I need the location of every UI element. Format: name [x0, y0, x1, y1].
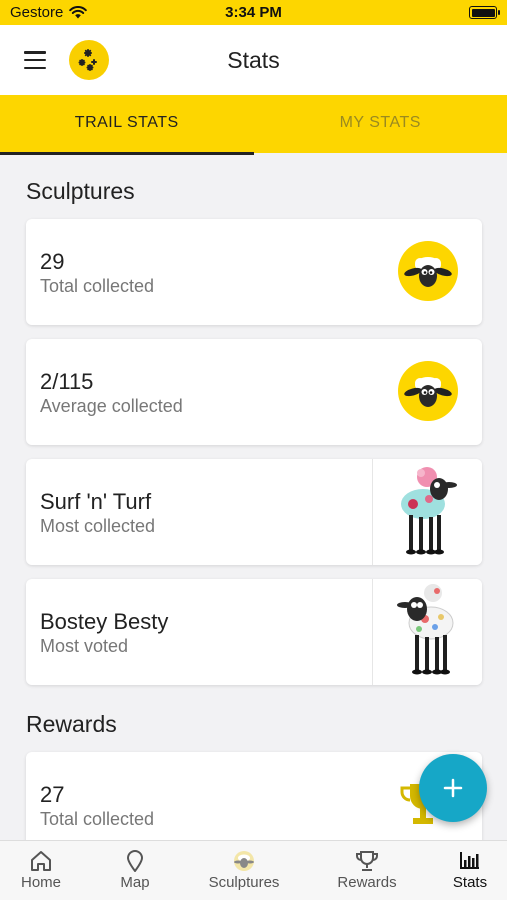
stat-card-total-sculptures[interactable]: 29 Total collected: [26, 219, 482, 325]
status-time: 3:34 PM: [225, 4, 282, 21]
rewards-section-title: Rewards: [26, 711, 117, 737]
nav-item-sculptures[interactable]: Sculptures: [198, 841, 290, 900]
stat-value: 2/115: [40, 369, 94, 394]
plus-icon: [443, 778, 463, 798]
nav-item-home[interactable]: Home: [0, 841, 82, 900]
stat-label: Average collected: [40, 396, 183, 416]
tab-trail-stats[interactable]: TRAIL STATS: [0, 95, 254, 155]
stat-label: Most collected: [40, 516, 156, 536]
status-bar: Gestore 3:34 PM: [0, 0, 507, 25]
sculpture-photo: [372, 579, 482, 685]
sculpture-photo: [372, 459, 482, 565]
stat-label: Total collected: [40, 276, 155, 296]
map-pin-icon: [127, 850, 143, 872]
battery-icon: [469, 6, 500, 19]
bottom-nav: Home Map Sculptures Rewards Stats: [0, 840, 507, 900]
trophy-icon: [356, 851, 378, 871]
page-title: Stats: [227, 47, 280, 73]
home-icon: [31, 851, 51, 871]
sheep-icon: [234, 851, 254, 871]
nav-label: Map: [120, 874, 150, 891]
sheep-face-icon: [398, 361, 458, 421]
stat-card-average-sculptures[interactable]: 2/115 Average collected: [26, 339, 482, 445]
nav-label: Stats: [452, 874, 488, 891]
stat-label: Total collected: [40, 809, 155, 829]
nav-label: Rewards: [337, 874, 397, 891]
stat-label: Most voted: [40, 636, 129, 656]
tab-bar: TRAIL STATS MY STATS: [0, 95, 507, 155]
nav-item-rewards[interactable]: Rewards: [326, 841, 408, 900]
stat-card-most-voted[interactable]: Bostey Besty Most voted: [26, 579, 482, 685]
stat-value: 29: [40, 249, 65, 274]
add-button[interactable]: [419, 754, 487, 822]
tab-my-stats[interactable]: MY STATS: [254, 95, 507, 153]
nav-item-stats[interactable]: Stats: [430, 841, 507, 900]
stat-value: 27: [40, 782, 65, 807]
nav-label: Sculptures: [208, 874, 280, 891]
sheep-face-icon: [398, 241, 458, 301]
stat-value: Bostey Besty: [40, 609, 169, 634]
sculptures-section-title: Sculptures: [26, 178, 135, 204]
nav-label: Home: [20, 874, 61, 891]
stat-value: Surf 'n' Turf: [40, 489, 152, 514]
bar-chart-icon: [460, 852, 479, 869]
app-bar: Stats: [0, 25, 507, 95]
stat-card-most-collected[interactable]: Surf 'n' Turf Most collected: [26, 459, 482, 565]
nav-item-map[interactable]: Map: [94, 841, 176, 900]
